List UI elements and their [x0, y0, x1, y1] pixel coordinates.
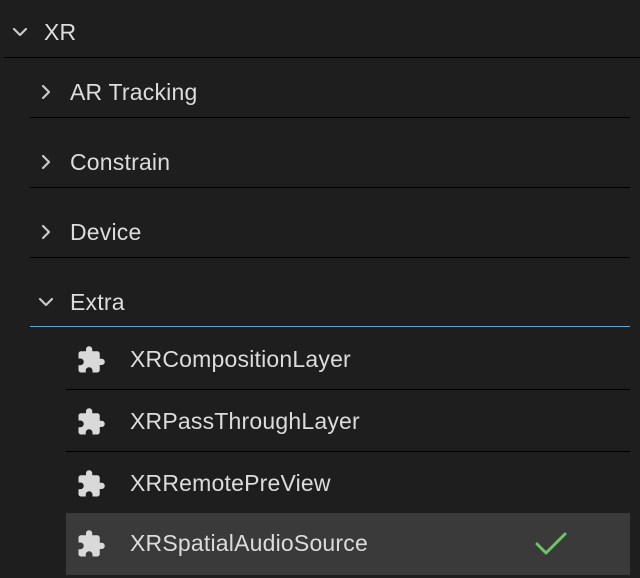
list-item-label: XRCompositionLayer	[130, 346, 351, 372]
tree-root-xr[interactable]: XR	[0, 12, 640, 52]
divider	[30, 257, 630, 258]
list-item-label: XRRemotePreView	[130, 470, 331, 496]
tree-group-extra[interactable]: Extra	[30, 282, 630, 322]
tree-root-label: XR	[44, 19, 77, 45]
list-item-label: XRPassThroughLayer	[130, 408, 360, 434]
puzzle-icon	[78, 530, 105, 557]
tree-group-ar-tracking[interactable]: AR Tracking	[30, 72, 630, 112]
divider	[66, 389, 630, 390]
tree-group-label: Extra	[70, 289, 125, 315]
checkmark-icon	[535, 532, 567, 555]
list-item-xrpassthroughlayer[interactable]: XRPassThroughLayer	[66, 400, 630, 444]
divider	[30, 187, 630, 188]
divider	[4, 57, 640, 58]
chevron-down-icon	[37, 293, 55, 311]
tree-group-device[interactable]: Device	[30, 212, 630, 252]
divider	[30, 117, 630, 118]
divider	[66, 451, 630, 452]
list-item-xrcompositionlayer[interactable]: XRCompositionLayer	[66, 338, 630, 382]
divider-focused	[30, 326, 630, 327]
list-item-label: XRSpatialAudioSource	[130, 530, 368, 556]
puzzle-icon	[78, 346, 105, 373]
tree-group-label: Constrain	[70, 149, 171, 175]
chevron-right-icon	[37, 223, 55, 241]
puzzle-icon	[78, 470, 105, 497]
tree-group-label: AR Tracking	[70, 79, 198, 105]
list-item-xrspatialaudiosource[interactable]: XRSpatialAudioSource	[66, 522, 630, 566]
chevron-right-icon	[37, 153, 55, 171]
list-item-xrremotepreview[interactable]: XRRemotePreView	[66, 462, 630, 506]
tree-group-label: Device	[70, 219, 142, 245]
chevron-right-icon	[37, 83, 55, 101]
chevron-down-icon	[11, 23, 29, 41]
tree-group-constrain[interactable]: Constrain	[30, 142, 630, 182]
puzzle-icon	[78, 408, 105, 435]
